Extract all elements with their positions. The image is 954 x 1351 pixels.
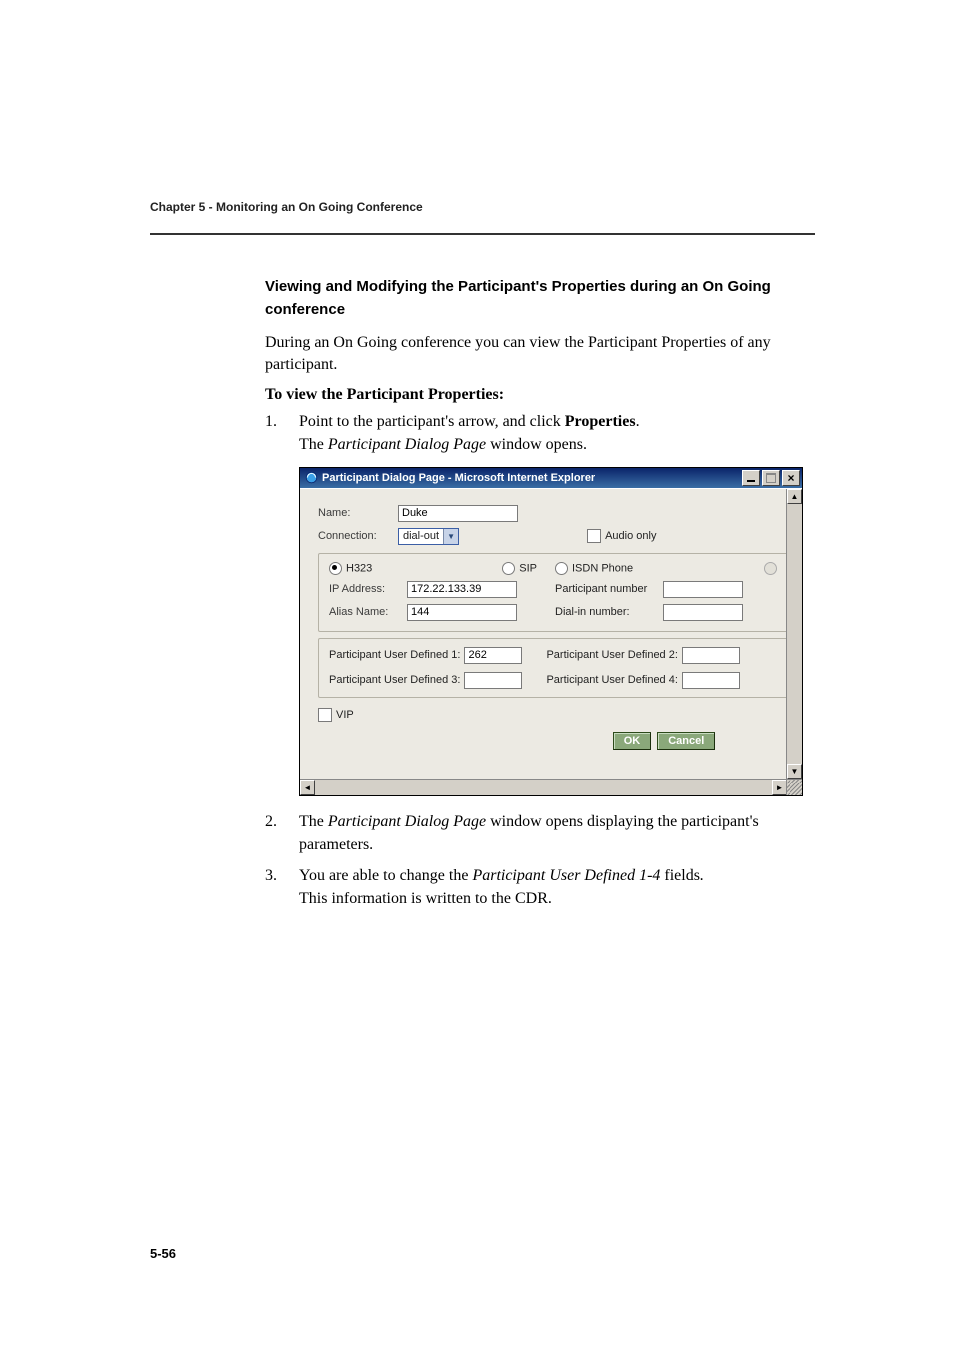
checkbox-icon — [318, 708, 332, 722]
radio-icon — [502, 562, 515, 575]
scroll-right-icon[interactable]: ► — [772, 780, 787, 795]
close-button[interactable] — [782, 470, 800, 486]
connection-select[interactable]: dial-out ▼ — [398, 528, 459, 545]
pud4-label: Participant User Defined 4: — [546, 674, 677, 686]
pud4-input[interactable] — [682, 672, 740, 689]
page-body: Viewing and Modifying the Participant's … — [265, 275, 815, 918]
step-list: 1. Point to the participant's arrow, and… — [265, 410, 815, 456]
step-text: You are able to change the Participant U… — [299, 864, 815, 910]
pud3-label: Participant User Defined 3: — [329, 674, 460, 686]
ip-address-label: IP Address: — [329, 583, 399, 595]
step-number: 1. — [265, 410, 299, 456]
dialog-name-italic: Participant Dialog Page — [328, 436, 486, 453]
ip-address-input[interactable] — [407, 581, 517, 598]
chapter-header: Chapter 5 - Monitoring an On Going Confe… — [150, 200, 423, 214]
chapter-rule — [150, 233, 815, 235]
vip-row: VIP — [318, 708, 794, 722]
intro-paragraph: During an On Going conference you can vi… — [265, 332, 815, 377]
properties-bold: Properties — [565, 413, 636, 430]
window-title: Participant Dialog Page - Microsoft Inte… — [322, 472, 595, 484]
button-row: OK Cancel — [318, 732, 890, 750]
extra-radio[interactable] — [764, 562, 781, 575]
user-defined-groupbox: Participant User Defined 1: Participant … — [318, 638, 792, 698]
name-label: Name: — [318, 507, 390, 519]
h323-label: H323 — [346, 562, 372, 574]
pud2-input[interactable] — [682, 647, 740, 664]
radio-icon — [764, 562, 777, 575]
participant-number-label: Participant number — [555, 583, 655, 595]
step-number: 2. — [265, 810, 299, 856]
step-text: The Participant Dialog Page window opens… — [299, 810, 815, 856]
audio-only-label: Audio only — [605, 530, 656, 542]
section-title: Viewing and Modifying the Participant's … — [265, 275, 815, 322]
pud3-input[interactable] — [464, 672, 522, 689]
pud1-input[interactable] — [464, 647, 522, 664]
isdn-radio[interactable]: ISDN Phone — [555, 562, 633, 575]
scroll-up-icon[interactable]: ▲ — [787, 489, 802, 504]
dialog-name-italic: Participant Dialog Page — [328, 813, 486, 830]
text: This information is written to the CDR. — [299, 890, 552, 907]
procedure-heading: To view the Participant Properties: — [265, 386, 815, 404]
maximize-button[interactable] — [762, 470, 780, 486]
minimize-button[interactable] — [742, 470, 760, 486]
checkbox-icon — [587, 529, 601, 543]
connection-value: dial-out — [399, 530, 443, 542]
pud1-label: Participant User Defined 1: — [329, 649, 460, 661]
period-italic: . — [700, 867, 704, 884]
vip-label: VIP — [336, 709, 354, 721]
participant-number-input[interactable] — [663, 581, 743, 598]
window-client-area: Name: Connection: dial-out ▼ Audio only — [300, 488, 802, 795]
step-3: 3. You are able to change the Participan… — [265, 864, 815, 910]
protocol-groupbox: H323 SIP IP Address: Alias Name: — [318, 553, 792, 632]
text: Point to the participant's arrow, and cl… — [299, 413, 565, 430]
step-number: 3. — [265, 864, 299, 910]
audio-only-checkbox[interactable]: Audio only — [587, 529, 656, 543]
ie-icon — [304, 471, 318, 485]
text: . — [636, 413, 640, 430]
dial-in-number-input[interactable] — [663, 604, 743, 621]
text: window opens. — [486, 436, 587, 453]
radio-icon — [329, 562, 342, 575]
sip-radio[interactable]: SIP — [502, 562, 537, 575]
text: fields — [660, 867, 700, 884]
fields-italic: Participant User Defined 1-4 — [472, 867, 660, 884]
screenshot-window: Participant Dialog Page - Microsoft Inte… — [299, 467, 803, 796]
step-2: 2. The Participant Dialog Page window op… — [265, 810, 815, 856]
dial-in-number-label: Dial-in number: — [555, 606, 655, 618]
text: The — [299, 813, 328, 830]
page-number: 5-56 — [150, 1246, 176, 1261]
name-input[interactable] — [398, 505, 518, 522]
sip-label: SIP — [519, 562, 537, 574]
window-titlebar: Participant Dialog Page - Microsoft Inte… — [300, 468, 802, 488]
connection-label: Connection: — [318, 530, 390, 542]
step-list-cont: 2. The Participant Dialog Page window op… — [265, 810, 815, 911]
step-text: Point to the participant's arrow, and cl… — [299, 410, 815, 456]
cancel-button[interactable]: Cancel — [657, 732, 715, 750]
text: The — [299, 436, 328, 453]
step-1: 1. Point to the participant's arrow, and… — [265, 410, 815, 456]
connection-row: Connection: dial-out ▼ Audio only — [318, 528, 794, 545]
h323-radio[interactable]: H323 — [329, 562, 372, 575]
resize-grip-icon[interactable] — [786, 779, 802, 795]
ok-button[interactable]: OK — [613, 732, 652, 750]
radio-icon — [555, 562, 568, 575]
vertical-scrollbar[interactable]: ▲ ▼ — [786, 489, 802, 779]
name-row: Name: — [318, 505, 794, 522]
chevron-down-icon: ▼ — [443, 529, 458, 544]
isdn-label: ISDN Phone — [572, 562, 633, 574]
pud2-label: Participant User Defined 2: — [546, 649, 677, 661]
alias-name-input[interactable] — [407, 604, 517, 621]
scroll-down-icon[interactable]: ▼ — [787, 764, 802, 779]
scroll-left-icon[interactable]: ◄ — [300, 780, 315, 795]
alias-name-label: Alias Name: — [329, 606, 399, 618]
text: You are able to change the — [299, 867, 472, 884]
horizontal-scrollbar[interactable]: ◄ ► — [300, 779, 787, 795]
vip-checkbox[interactable]: VIP — [318, 708, 354, 722]
